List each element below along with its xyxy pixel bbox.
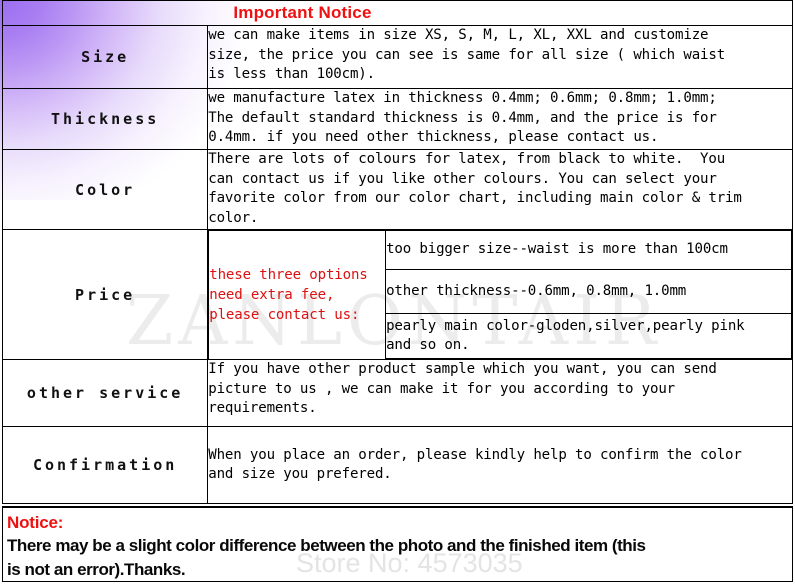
row-body-size: we can make items in size XS, S, M, L, X… bbox=[207, 25, 793, 89]
price-options-table: these three options need extra fee, plea… bbox=[208, 230, 792, 359]
price-option-item: other thickness--0.6mm, 0.8mm, 1.0mm bbox=[385, 269, 792, 314]
price-option-1-text: too bigger size--waist is more than 100c… bbox=[386, 241, 728, 258]
table-row: Confirmation When you place an order, pl… bbox=[1, 426, 793, 504]
row-label-size: Size bbox=[1, 25, 209, 89]
notice-table: Important Notice Size we can make items … bbox=[1, 0, 793, 504]
row-body-confirmation: When you place an order, please kindly h… bbox=[207, 426, 793, 504]
price-extra-fee-note: these three options need extra fee, plea… bbox=[208, 230, 387, 359]
row-label-thickness: Thickness bbox=[1, 88, 209, 150]
page-title-cell: Important Notice bbox=[2, 0, 793, 26]
notice-page: ZANLONTAIR Store No: 4573035 Important N… bbox=[0, 0, 795, 585]
row-label-confirmation: Confirmation bbox=[1, 426, 209, 504]
price-option-item: pearly main color-gloden,silver,pearly p… bbox=[385, 313, 792, 359]
row-body-confirmation-text: When you place an order, please kindly h… bbox=[208, 446, 742, 483]
price-options-row: these three options need extra fee, plea… bbox=[208, 230, 792, 359]
table-row: Thickness we manufacture latex in thickn… bbox=[1, 88, 793, 150]
row-body-other-service: If you have other product sample which y… bbox=[207, 359, 793, 427]
row-label-other-service: other service bbox=[1, 359, 209, 427]
row-body-thickness: we manufacture latex in thickness 0.4mm;… bbox=[207, 88, 793, 150]
row-body-color-text: There are lots of colours for latex, fro… bbox=[208, 151, 742, 226]
bottom-notice-box: Notice: There may be a slight color diff… bbox=[2, 506, 793, 582]
row-label-color-text: Color bbox=[75, 180, 136, 199]
table-row-title: Important Notice bbox=[2, 0, 793, 26]
row-label-confirmation-text: Confirmation bbox=[32, 456, 178, 474]
table-row: Size we can make items in size XS, S, M,… bbox=[1, 25, 793, 89]
table-row: Price these three options need extra fee… bbox=[1, 229, 793, 360]
row-body-thickness-text: we manufacture latex in thickness 0.4mm;… bbox=[208, 90, 717, 145]
row-body-color: There are lots of colours for latex, fro… bbox=[207, 149, 793, 230]
row-body-other-service-text: If you have other product sample which y… bbox=[208, 361, 717, 416]
bottom-notice-heading: Notice: bbox=[7, 513, 64, 532]
row-label-other-service-text: other service bbox=[26, 384, 184, 402]
bottom-notice-body: There may be a slight color difference b… bbox=[7, 536, 646, 579]
row-label-price: Price bbox=[1, 229, 209, 360]
page-title: Important Notice bbox=[233, 3, 372, 22]
price-option-3-text: pearly main color-gloden,silver,pearly p… bbox=[386, 317, 745, 354]
row-label-color: Color bbox=[1, 149, 209, 230]
table-row: other service If you have other product … bbox=[1, 359, 793, 427]
price-option-2-text: other thickness--0.6mm, 0.8mm, 1.0mm bbox=[386, 282, 687, 299]
row-body-price: these three options need extra fee, plea… bbox=[207, 229, 793, 360]
row-label-thickness-text: Thickness bbox=[50, 110, 160, 128]
row-label-size-text: Size bbox=[81, 48, 130, 66]
price-option-item: too bigger size--waist is more than 100c… bbox=[385, 230, 792, 270]
row-label-price-text: Price bbox=[75, 285, 136, 304]
price-extra-fee-note-text: these three options need extra fee, plea… bbox=[209, 266, 368, 323]
table-row: Color There are lots of colours for late… bbox=[1, 149, 793, 230]
row-body-size-text: we can make items in size XS, S, M, L, X… bbox=[208, 27, 726, 82]
